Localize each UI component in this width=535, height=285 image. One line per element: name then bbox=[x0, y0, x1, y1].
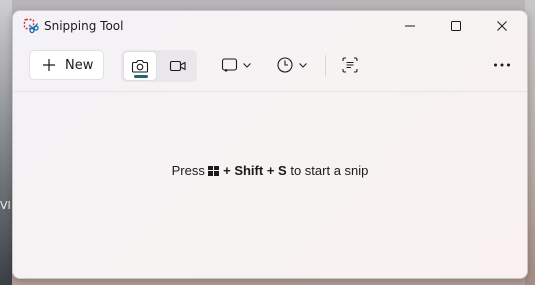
snipping-tool-window: Snipping Tool New Press + Shift + S to s… bbox=[12, 10, 528, 279]
desktop-background-left bbox=[0, 0, 12, 285]
hint-plus-2: + bbox=[266, 163, 275, 178]
new-snip-label: New bbox=[65, 57, 94, 73]
plus-icon bbox=[43, 59, 55, 71]
title-bar[interactable]: Snipping Tool bbox=[13, 11, 527, 41]
start-snip-hint: Press + Shift + S to start a snip bbox=[13, 163, 527, 178]
snip-mode-button[interactable] bbox=[123, 51, 157, 81]
toolbar-divider bbox=[13, 91, 527, 92]
window-title: Snipping Tool bbox=[44, 19, 124, 33]
camera-icon bbox=[131, 59, 149, 73]
hint-suffix: to start a snip bbox=[290, 163, 369, 178]
more-options-button[interactable] bbox=[490, 53, 514, 77]
hint-s-key: S bbox=[278, 163, 287, 178]
maximize-icon bbox=[451, 21, 461, 31]
toolbar: New bbox=[13, 41, 527, 91]
chevron-down-icon bbox=[243, 63, 251, 68]
selected-mode-indicator bbox=[134, 75, 148, 78]
record-mode-button[interactable] bbox=[161, 51, 195, 81]
minimize-button[interactable] bbox=[387, 11, 433, 41]
new-snip-button[interactable]: New bbox=[29, 50, 104, 80]
toolbar-separator bbox=[325, 55, 326, 77]
rectangle-snip-icon bbox=[221, 58, 238, 72]
video-camera-icon bbox=[169, 60, 186, 72]
close-icon bbox=[497, 21, 507, 31]
snip-shape-dropdown[interactable] bbox=[221, 53, 252, 77]
more-options-icon bbox=[494, 63, 510, 67]
desktop-partial-label: VI bbox=[0, 199, 11, 212]
clock-icon bbox=[277, 57, 293, 73]
capture-mode-toggle bbox=[121, 50, 197, 82]
hint-plus-1: + bbox=[223, 163, 231, 178]
close-button[interactable] bbox=[479, 11, 525, 41]
maximize-button[interactable] bbox=[433, 11, 479, 41]
text-actions-icon bbox=[342, 57, 358, 73]
hint-shift-key: Shift bbox=[234, 163, 264, 178]
text-actions-button[interactable] bbox=[338, 53, 362, 77]
delay-dropdown[interactable] bbox=[276, 53, 308, 77]
windows-key-icon bbox=[208, 166, 220, 176]
hint-prefix: Press bbox=[171, 163, 205, 178]
snipping-tool-app-icon bbox=[23, 18, 39, 34]
chevron-down-icon bbox=[299, 63, 307, 68]
minimize-icon bbox=[405, 25, 415, 27]
